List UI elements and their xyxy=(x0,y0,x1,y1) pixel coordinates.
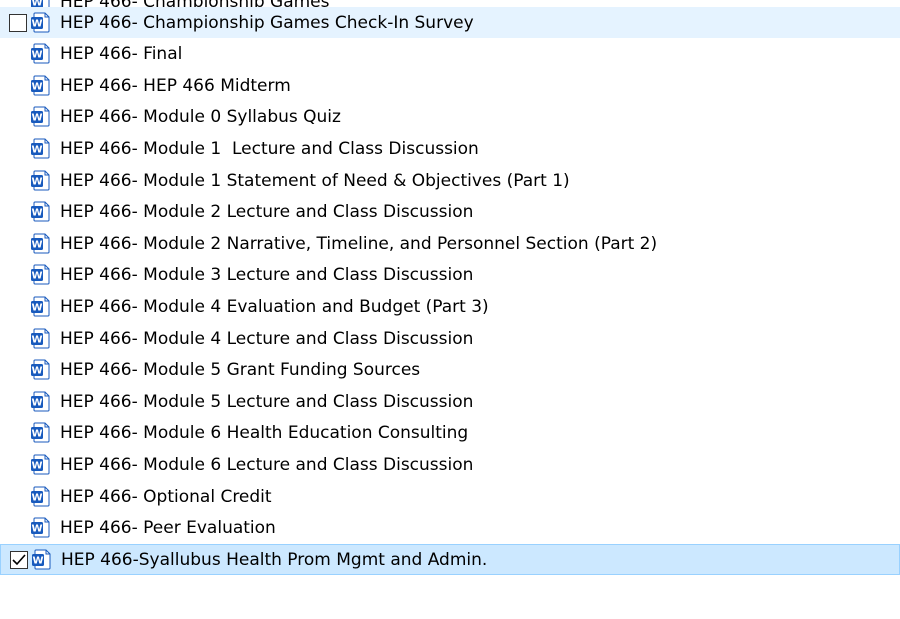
svg-text:W: W xyxy=(31,113,42,124)
file-row[interactable]: W HEP 466- Module 1 Lecture and Class Di… xyxy=(0,133,900,164)
file-name: HEP 466- Final xyxy=(60,44,183,65)
file-row[interactable]: W HEP 466- Module 6 Health Education Con… xyxy=(0,418,900,449)
file-name: HEP 466- Module 2 Narrative, Timeline, a… xyxy=(60,233,658,254)
row-checkbox[interactable] xyxy=(10,550,28,569)
file-row[interactable]: W HEP 466- Module 3 Lecture and Class Di… xyxy=(0,260,900,291)
word-document-icon: W xyxy=(30,43,51,64)
svg-text:W: W xyxy=(32,555,43,566)
svg-text:W: W xyxy=(31,176,42,187)
svg-text:W: W xyxy=(31,460,42,471)
word-document-icon: W xyxy=(30,106,51,127)
file-row[interactable]: W HEP 466- Module 2 Lecture and Class Di… xyxy=(0,197,900,228)
file-name: HEP 466- Module 1 Statement of Need & Ob… xyxy=(60,170,570,191)
svg-text:W: W xyxy=(31,397,42,408)
file-list: W HEP 466- Championship Games W HEP 466-… xyxy=(0,0,900,619)
word-document-icon: W xyxy=(30,138,51,159)
file-name: HEP 466- Optional Credit xyxy=(60,486,272,507)
word-document-icon: W xyxy=(30,201,51,222)
file-name: HEP 466- Module 4 Lecture and Class Disc… xyxy=(60,328,474,349)
checkmark-icon xyxy=(12,554,26,566)
svg-text:W: W xyxy=(31,144,42,155)
svg-text:W: W xyxy=(31,429,42,440)
word-document-icon: W xyxy=(30,170,51,191)
word-document-icon: W xyxy=(30,233,51,254)
word-document-icon: W xyxy=(30,296,51,317)
file-name: HEP 466- Championship Games Check-In Sur… xyxy=(60,12,474,33)
word-document-icon: W xyxy=(30,517,51,538)
word-document-icon: W xyxy=(30,391,51,412)
word-document-icon: W xyxy=(30,359,51,380)
svg-text:W: W xyxy=(31,208,42,219)
file-row[interactable]: W HEP 466- Optional Credit xyxy=(0,481,900,512)
word-document-icon: W xyxy=(30,454,51,475)
file-name: HEP 466- Module 5 Lecture and Class Disc… xyxy=(60,391,474,412)
word-document-icon: W xyxy=(30,264,51,285)
file-row[interactable]: W HEP 466- Module 4 Evaluation and Budge… xyxy=(0,291,900,322)
file-row[interactable]: W HEP 466- Module 2 Narrative, Timeline,… xyxy=(0,228,900,259)
file-name: HEP 466- Module 3 Lecture and Class Disc… xyxy=(60,265,474,286)
file-row[interactable]: W HEP 466- HEP 466 Midterm xyxy=(0,70,900,101)
file-row[interactable]: W HEP 466- Championship Games Check-In S… xyxy=(0,7,900,38)
word-document-icon: W xyxy=(30,328,51,349)
word-document-icon: W xyxy=(30,422,51,443)
row-checkbox[interactable] xyxy=(9,13,27,32)
svg-text:W: W xyxy=(31,524,42,535)
file-name: HEP 466- Module 5 Grant Funding Sources xyxy=(60,360,421,381)
svg-text:W: W xyxy=(31,334,42,345)
word-document-icon: W xyxy=(30,12,51,33)
svg-text:W: W xyxy=(31,302,42,313)
word-document-icon: W xyxy=(30,486,51,507)
file-name: HEP 466- HEP 466 Midterm xyxy=(60,75,291,96)
word-document-icon: W xyxy=(30,75,51,96)
file-row[interactable]: W HEP 466- Module 5 Lecture and Class Di… xyxy=(0,386,900,417)
svg-text:W: W xyxy=(31,239,42,250)
file-name: HEP 466- Module 6 Lecture and Class Disc… xyxy=(60,454,474,475)
file-row[interactable]: W HEP 466- Module 1 Statement of Need & … xyxy=(0,165,900,196)
file-row[interactable]: W HEP 466- Peer Evaluation xyxy=(0,513,900,544)
file-row[interactable]: W HEP 466- Final xyxy=(0,39,900,70)
file-name: HEP 466- Peer Evaluation xyxy=(60,518,276,539)
file-row[interactable]: W HEP 466- Module 4 Lecture and Class Di… xyxy=(0,323,900,354)
file-name: HEP 466- Module 0 Syllabus Quiz xyxy=(60,107,341,128)
word-document-icon: W xyxy=(31,549,52,570)
file-name: HEP 466- Module 2 Lecture and Class Disc… xyxy=(60,202,474,223)
svg-text:W: W xyxy=(31,50,42,61)
svg-text:W: W xyxy=(31,81,42,92)
file-name: HEP 466- Module 4 Evaluation and Budget … xyxy=(60,296,489,317)
svg-text:W: W xyxy=(31,271,42,282)
svg-text:W: W xyxy=(31,366,42,377)
svg-text:W: W xyxy=(31,18,42,29)
file-row[interactable]: W HEP 466- Module 5 Grant Funding Source… xyxy=(0,355,900,386)
file-name: HEP 466- Module 1 Lecture and Class Disc… xyxy=(60,138,479,159)
file-row[interactable]: W HEP 466- Module 6 Lecture and Class Di… xyxy=(0,449,900,480)
file-name: HEP 466-Syallubus Health Prom Mgmt and A… xyxy=(61,549,488,570)
file-row[interactable]: W HEP 466-Syallubus Health Prom Mgmt and… xyxy=(0,544,900,576)
file-name: HEP 466- Module 6 Health Education Consu… xyxy=(60,423,469,444)
file-row[interactable]: W HEP 466- Module 0 Syllabus Quiz xyxy=(0,102,900,133)
svg-text:W: W xyxy=(31,492,42,503)
